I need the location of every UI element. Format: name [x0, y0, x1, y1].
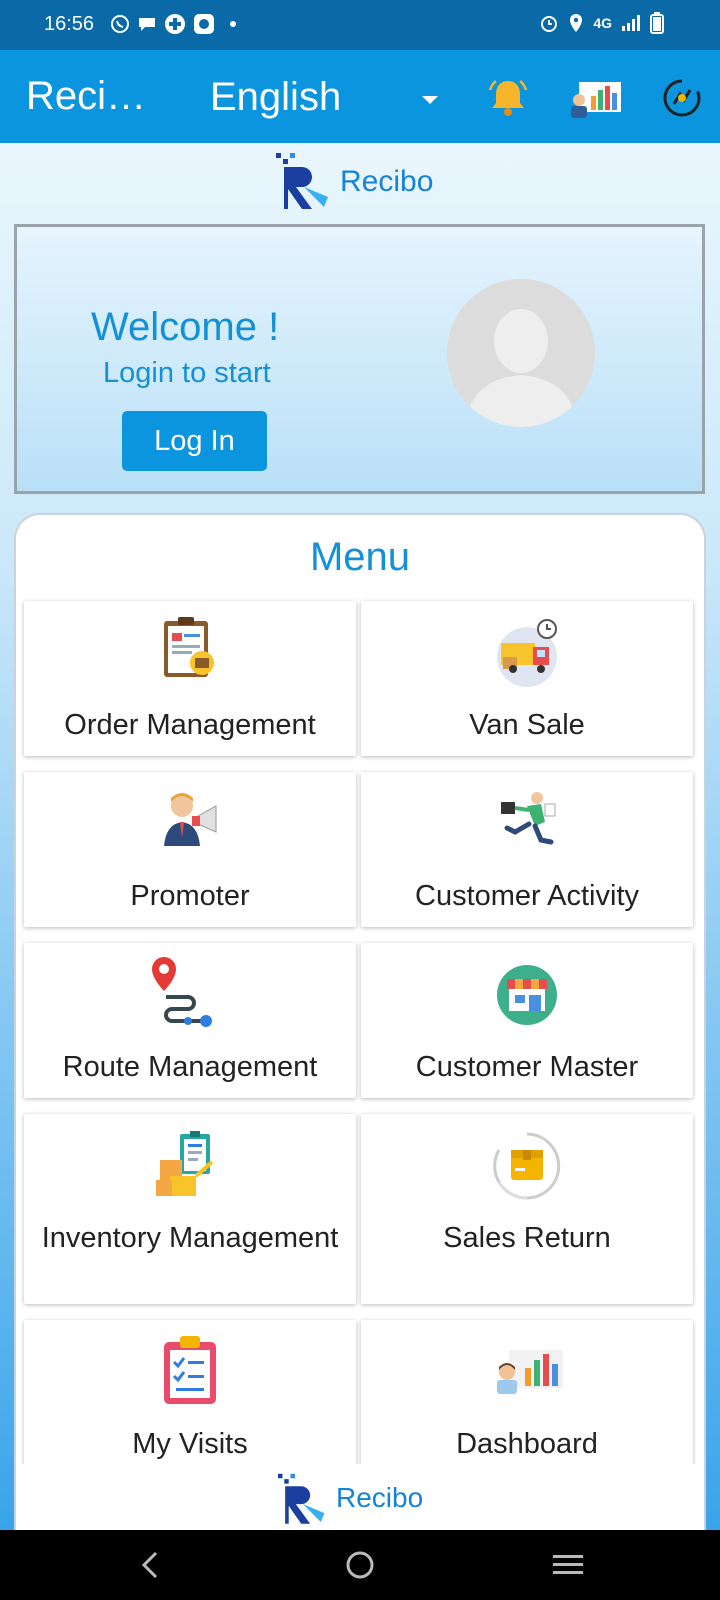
- visit-checklist-icon: [164, 1336, 216, 1404]
- recents-menu-icon: [553, 1555, 583, 1574]
- delivery-van-icon: [497, 619, 557, 687]
- chevron-down-icon: [422, 96, 438, 104]
- menu-item-label: Sales Return: [443, 1222, 611, 1254]
- menu-panel: Menu Order Management Van Sale Promoter …: [14, 513, 706, 1530]
- menu-item-customer-master[interactable]: Customer Master: [361, 943, 693, 1098]
- language-selected: English: [210, 75, 342, 119]
- menu-item-order-management[interactable]: Order Management: [24, 601, 356, 756]
- alarm-icon: [541, 16, 558, 32]
- sync-icon[interactable]: [656, 73, 708, 123]
- notification-bell-icon[interactable]: [482, 73, 534, 123]
- system-nav-bar: [0, 1530, 720, 1600]
- clipboard-order-icon: [164, 617, 214, 677]
- logo-text: Recibo: [340, 165, 434, 198]
- footer-brand-logo: Recibo: [278, 1470, 458, 1530]
- login-button[interactable]: Log In: [122, 411, 267, 471]
- inventory-boxes-icon: [156, 1131, 214, 1196]
- menu-item-label: Dashboard: [456, 1428, 598, 1460]
- recibo-logo-icon: [276, 153, 328, 209]
- dashboard-chart-icon: [497, 1350, 563, 1394]
- status-bar: 16:56 4G: [0, 0, 720, 50]
- status-time: 16:56: [44, 13, 95, 35]
- menu-item-label: Customer Master: [415, 1051, 639, 1083]
- menu-item-promoter[interactable]: Promoter: [24, 772, 356, 927]
- menu-item-label: Van Sale: [469, 709, 585, 741]
- route-pin-icon: [152, 957, 212, 1027]
- whatsapp-icon: [111, 15, 129, 33]
- default-user-icon: [447, 279, 595, 427]
- welcome-subtitle: Login to start: [103, 357, 271, 389]
- menu-item-customer-activity[interactable]: Customer Activity: [361, 772, 693, 927]
- language-dropdown[interactable]: English: [210, 70, 450, 126]
- welcome-card: Welcome ! Login to start Log In: [14, 224, 705, 494]
- signal-icon: [622, 15, 640, 31]
- menu-item-label: Order Management: [64, 709, 316, 741]
- menu-item-my-visits[interactable]: My Visits: [24, 1320, 356, 1475]
- app-bar: Reci… English: [0, 50, 720, 143]
- menu-title: Menu: [309, 535, 411, 579]
- messenger-icon: [194, 14, 214, 34]
- storefront-icon: [497, 965, 557, 1025]
- back-chevron-icon: [141, 1551, 158, 1579]
- menu-item-dashboard[interactable]: Dashboard: [361, 1320, 693, 1475]
- promoter-megaphone-icon: [164, 793, 217, 846]
- return-box-icon: [493, 1132, 561, 1200]
- brand-logo: Recibo: [276, 149, 456, 209]
- battery-icon: [650, 12, 664, 34]
- notification-dot: [230, 21, 236, 27]
- home-button[interactable]: [330, 1542, 390, 1588]
- menu-item-label: Customer Activity: [415, 880, 639, 912]
- menu-item-label: My Visits: [132, 1428, 248, 1460]
- analytics-report-icon[interactable]: [566, 73, 624, 123]
- footer-logo-bar: Recibo: [14, 1464, 706, 1530]
- menu-item-label: Promoter: [130, 880, 250, 912]
- back-button[interactable]: [120, 1542, 180, 1588]
- app-title: Reci…: [26, 74, 147, 118]
- chat-icon: [139, 18, 155, 31]
- running-businessman-icon: [501, 792, 556, 845]
- menu-item-route-management[interactable]: Route Management: [24, 943, 356, 1098]
- menu-item-sales-return[interactable]: Sales Return: [361, 1114, 693, 1304]
- footer-logo-text: Recibo: [336, 1482, 424, 1513]
- recibo-logo-icon: [278, 1473, 325, 1524]
- welcome-title: Welcome !: [91, 305, 280, 349]
- menu-item-van-sale[interactable]: Van Sale: [361, 601, 693, 756]
- menu-item-inventory-management[interactable]: Inventory Management: [24, 1114, 356, 1304]
- network-type: 4G: [593, 15, 612, 31]
- menu-item-label: Inventory Management: [41, 1222, 339, 1254]
- home-circle-icon: [346, 1551, 374, 1579]
- location-icon: [570, 14, 583, 32]
- avatar: [447, 279, 595, 427]
- game-icon: [165, 14, 185, 34]
- recents-button[interactable]: [538, 1542, 598, 1588]
- menu-item-label: Route Management: [62, 1051, 318, 1083]
- main-content: Recibo Welcome ! Login to start Log In M…: [0, 143, 720, 1530]
